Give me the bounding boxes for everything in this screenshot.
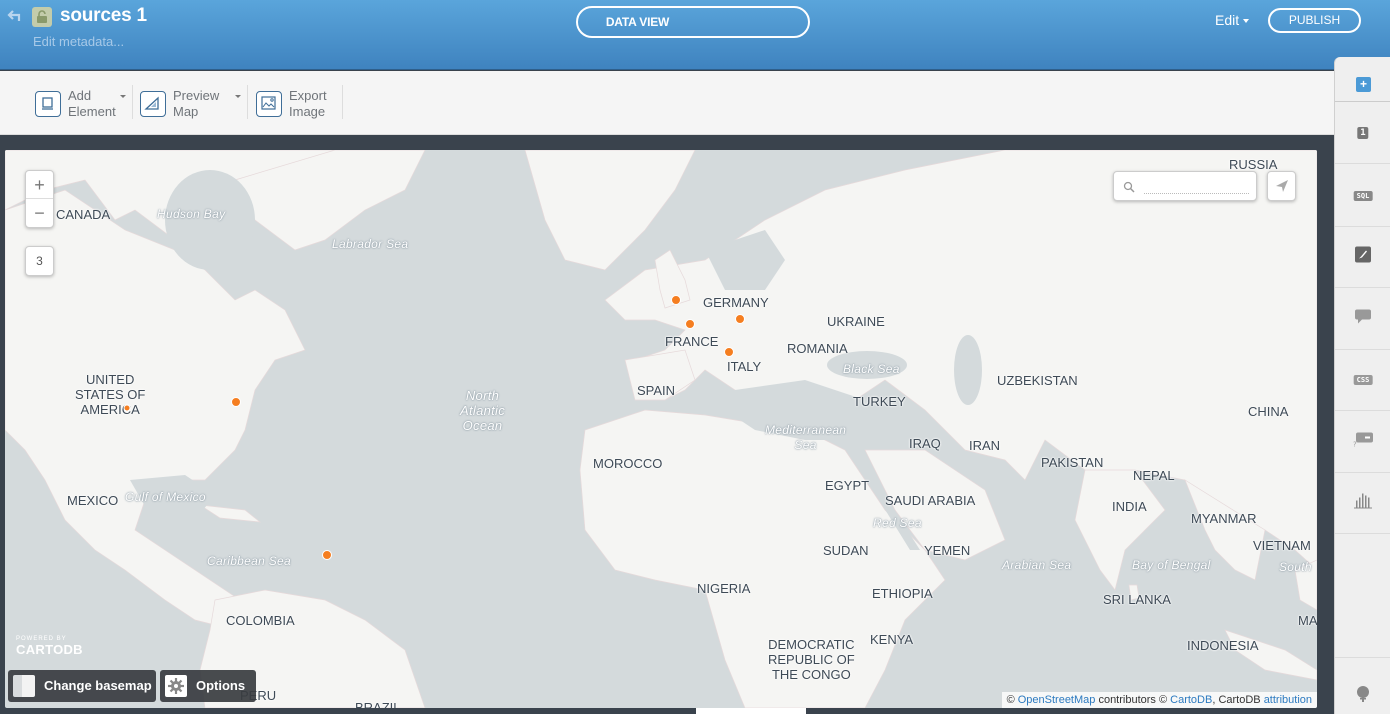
map-attribution: © OpenStreetMap contributors © CartoDB, … xyxy=(1001,692,1317,708)
sidebar-item-css[interactable]: CSS xyxy=(1335,349,1390,411)
divider xyxy=(132,85,133,119)
options-button[interactable]: Options xyxy=(160,670,256,702)
cartodb-link[interactable]: CartoDB xyxy=(1170,694,1212,706)
water-label: Black Sea xyxy=(843,362,900,376)
preview-map-button[interactable]: Preview Map xyxy=(140,88,244,119)
layer-tab-1[interactable]: 1 xyxy=(1335,102,1390,164)
add-element-line2: Element xyxy=(68,104,116,119)
search-icon xyxy=(1123,180,1135,198)
water-label: Mediterranean Sea xyxy=(765,423,847,452)
search-input[interactable] xyxy=(1144,178,1249,194)
water-label: Labrador Sea xyxy=(332,237,409,251)
map-marker[interactable] xyxy=(685,319,695,329)
change-basemap-button[interactable]: Change basemap xyxy=(8,670,156,702)
map-marker[interactable] xyxy=(724,347,734,357)
svg-text:?: ? xyxy=(1353,440,1357,447)
lock-icon[interactable] xyxy=(32,7,52,27)
header: sources 1 Edit metadata... DATA VIEW MAP… xyxy=(0,0,1390,714)
map-marker[interactable] xyxy=(671,295,681,305)
view-toggle: DATA VIEW MAP VIEW xyxy=(576,6,810,714)
edit-label: Edit xyxy=(1215,12,1240,28)
water-label: North Atlantic Ocean xyxy=(460,388,506,433)
water-label: South xyxy=(1279,560,1312,574)
map-marker[interactable] xyxy=(322,550,332,560)
layer-badge: 1 xyxy=(1357,126,1369,139)
map-marker[interactable] xyxy=(231,397,241,407)
speech-bubble-icon xyxy=(1355,308,1371,329)
export-image-line2: Image xyxy=(289,104,326,119)
paper-plane-icon xyxy=(1276,180,1288,192)
export-image-icon xyxy=(256,91,282,117)
sidebar-item-infowindow[interactable] xyxy=(1335,288,1390,350)
water-label: Arabian Sea xyxy=(1002,558,1072,572)
sidebar-item-filters[interactable] xyxy=(1335,472,1390,534)
edit-metadata-link[interactable]: Edit metadata... xyxy=(33,34,124,49)
add-element-button[interactable]: Add Element xyxy=(35,88,131,119)
toolbar: Add Element Preview Map Export Image xyxy=(0,71,1334,135)
zoom-level-indicator: 3 xyxy=(25,246,54,276)
divider xyxy=(247,85,248,119)
options-label: Options xyxy=(196,678,246,693)
edit-menu-button[interactable]: Edit xyxy=(1215,12,1250,28)
export-image-button[interactable]: Export Image xyxy=(256,88,336,119)
zoom-out-button[interactable]: − xyxy=(26,199,53,227)
right-sidebar: + 1 SQL CSS ? xyxy=(1334,57,1390,714)
help-bulb-icon[interactable] xyxy=(1355,685,1371,708)
attribution-text: contributors © xyxy=(1095,694,1171,706)
attribution-text: , CartoDB xyxy=(1212,694,1264,706)
openstreetmap-link[interactable]: OpenStreetMap xyxy=(1018,694,1096,706)
publish-button[interactable]: PUBLISH xyxy=(1268,8,1361,33)
add-element-icon xyxy=(35,91,61,117)
preview-map-icon xyxy=(140,91,166,117)
caret-down-icon xyxy=(1243,19,1250,24)
water-label: Gulf of Mexico xyxy=(125,490,206,504)
map-search xyxy=(1113,171,1257,201)
css-icon: CSS xyxy=(1353,374,1373,385)
change-basemap-label: Change basemap xyxy=(44,678,152,693)
water-label: Red Sea xyxy=(873,516,922,530)
zoom-in-button[interactable]: + xyxy=(26,171,53,199)
add-element-line1: Add xyxy=(68,88,92,103)
caret-down-icon xyxy=(235,95,241,98)
divider xyxy=(342,85,343,119)
gear-icon xyxy=(165,675,187,697)
water-label: Hudson Bay xyxy=(157,207,226,221)
histogram-icon xyxy=(1353,492,1373,513)
attribution-link[interactable]: attribution xyxy=(1264,694,1312,706)
attribution-text: © xyxy=(1006,694,1018,706)
sidebar-item-legend[interactable]: ? xyxy=(1335,411,1390,473)
map[interactable]: RUSSIA CANADA GERMANY UKRAINE FRANCE ROM… xyxy=(5,150,1317,708)
water-label: Caribbean Sea xyxy=(207,554,291,568)
map-marker[interactable] xyxy=(123,404,131,412)
basemap xyxy=(5,150,1317,708)
back-arrow-icon[interactable] xyxy=(7,9,25,25)
map-marker[interactable] xyxy=(735,314,745,324)
page-title[interactable]: sources 1 xyxy=(60,5,147,27)
caret-down-icon xyxy=(120,95,126,98)
legend-icon: ? xyxy=(1353,431,1373,452)
divider xyxy=(1335,657,1390,658)
water-label: Bay of Bengal xyxy=(1132,558,1211,572)
locate-button[interactable] xyxy=(1267,171,1296,201)
add-layer-button[interactable]: + xyxy=(1356,77,1371,92)
preview-map-line1: Preview xyxy=(173,88,220,103)
preview-map-line2: Map xyxy=(173,104,199,119)
sidebar-item-wizard[interactable] xyxy=(1335,226,1390,288)
sql-icon: SQL xyxy=(1353,190,1373,201)
basemap-thumbnail-icon xyxy=(13,675,35,697)
paintbrush-icon xyxy=(1355,246,1371,267)
zoom-control: + − xyxy=(25,170,54,228)
sidebar-item-sql[interactable]: SQL xyxy=(1335,165,1390,227)
export-image-line1: Export xyxy=(289,88,327,103)
cartodb-brand: CARTODB xyxy=(16,642,83,657)
tab-data-view[interactable]: DATA VIEW xyxy=(581,10,694,34)
cartodb-logo: POWERED BY CARTODB xyxy=(16,636,83,657)
